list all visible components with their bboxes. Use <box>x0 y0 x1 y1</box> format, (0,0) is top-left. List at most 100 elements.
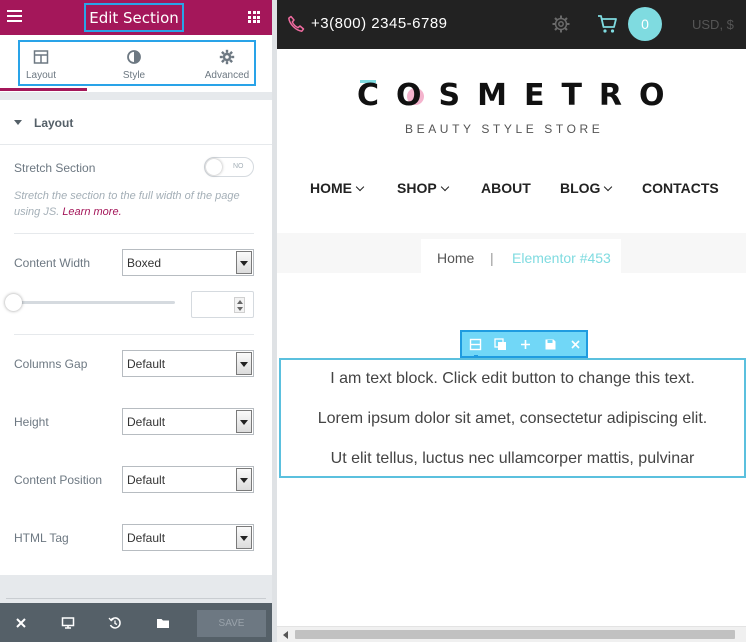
layout-icon <box>33 50 49 64</box>
content-width-select[interactable]: Boxed <box>122 249 254 276</box>
divider <box>14 233 254 234</box>
tab-layout[interactable]: Layout <box>6 40 76 86</box>
panel-footer: SAVE <box>0 603 272 642</box>
content-width-label: Content Width <box>14 256 91 270</box>
breadcrumb-current: Elementor #453 <box>512 250 611 266</box>
phone-number[interactable]: +3(800) 2345-6789 <box>311 15 448 32</box>
panel-header: Edit Section <box>0 0 272 35</box>
columns-gap-label: Columns Gap <box>14 357 88 371</box>
select-value: Boxed <box>127 256 162 270</box>
element-toolbar <box>460 330 588 358</box>
panel-title-box: Edit Section <box>84 3 184 32</box>
widgets-grid-icon[interactable] <box>248 11 260 23</box>
text-line: Ut elit tellus, luctus nec ullamcorper m… <box>330 450 695 467</box>
logo-text: COSMETRO <box>357 78 682 113</box>
stretch-section-label: Stretch Section <box>14 161 96 175</box>
width-slider-handle[interactable] <box>5 294 22 311</box>
dropdown-arrow-icon <box>236 410 252 433</box>
save-button[interactable]: SAVE <box>197 610 266 637</box>
phone-icon <box>288 15 305 32</box>
text-line: I am text block. Click edit button to ch… <box>330 370 695 387</box>
gear-icon <box>219 49 235 65</box>
content-position-select[interactable]: Default <box>122 466 254 493</box>
dropdown-arrow-icon <box>236 352 252 375</box>
logo-tagline: BEAUTY STYLE STORE <box>405 122 604 136</box>
nav-item-contacts[interactable]: CONTACTS <box>642 180 719 196</box>
tab-label: Style <box>122 70 146 81</box>
history-icon[interactable] <box>108 616 122 630</box>
active-tab-indicator <box>0 88 87 91</box>
select-value: Default <box>127 473 166 487</box>
site-topbar: +3(800) 2345-6789 0 USD, $ <box>277 0 746 49</box>
height-select[interactable]: Default <box>122 408 254 435</box>
horizontal-scrollbar[interactable] <box>277 626 746 642</box>
scroll-thumb[interactable] <box>295 630 735 639</box>
chevron-down-icon <box>440 182 449 192</box>
dropdown-arrow-icon <box>236 251 252 274</box>
panel-title: Edit Section <box>89 8 179 27</box>
columns-gap-select[interactable]: Default <box>122 350 254 377</box>
learn-more-link[interactable]: Learn more. <box>62 206 121 218</box>
editor-panel: Edit Section Layout Style Advanced Layou… <box>0 0 272 642</box>
layout-section: Layout Stretch Section NO Stretch the se… <box>0 100 272 575</box>
add-icon[interactable] <box>519 338 532 351</box>
width-slider-track[interactable] <box>14 301 175 304</box>
html-tag-select[interactable]: Default <box>122 524 254 551</box>
nav-label: CONTACTS <box>642 180 719 196</box>
editor-window: Edit Section Layout Style Advanced Layou… <box>0 0 746 642</box>
tab-style[interactable]: Style <box>99 40 169 86</box>
close-icon[interactable] <box>569 338 582 351</box>
main-nav: HOME SHOP ABOUT BLOG CONTACTS <box>277 180 746 204</box>
chevron-down-icon <box>604 182 613 192</box>
save-template-icon[interactable] <box>544 338 557 351</box>
width-number-input[interactable] <box>191 291 254 318</box>
desktop-icon[interactable] <box>61 616 75 630</box>
dropdown-arrow-icon <box>236 468 252 491</box>
caret-down-icon <box>14 120 22 125</box>
settings-icon[interactable] <box>551 14 571 34</box>
nav-label: ABOUT <box>481 180 531 196</box>
divider <box>14 334 254 335</box>
close-icon[interactable] <box>14 616 28 630</box>
panel-tabs: Layout Style Advanced <box>0 35 272 92</box>
stretch-hint-text: Stretch the section to the full width of… <box>14 190 240 218</box>
text-line: Lorem ipsum dolor sit amet, consectetur … <box>317 410 708 427</box>
scroll-left-arrow-icon[interactable] <box>283 631 288 639</box>
nav-label: BLOG <box>560 180 601 196</box>
duplicate-icon[interactable] <box>494 338 507 351</box>
spinner-icon[interactable] <box>234 297 245 313</box>
tab-label: Advanced <box>204 70 250 81</box>
nav-item-blog[interactable]: BLOG <box>560 180 613 196</box>
nav-label: SHOP <box>397 180 437 196</box>
toggle-knob <box>206 159 222 175</box>
toggle-state: NO <box>233 163 244 170</box>
chevron-down-icon <box>355 182 365 192</box>
breadcrumb-separator: | <box>490 250 494 266</box>
site-logo[interactable]: COSMETRO <box>357 78 665 118</box>
cart-count-badge[interactable]: 0 <box>628 7 662 41</box>
site-preview: +3(800) 2345-6789 0 USD, $ COSMETRO BEAU… <box>277 0 746 642</box>
text-block-widget[interactable]: I am text block. Click edit button to ch… <box>279 358 746 478</box>
nav-item-home[interactable]: HOME <box>310 180 365 196</box>
stretch-section-toggle[interactable]: NO <box>204 157 254 177</box>
nav-item-about[interactable]: ABOUT <box>481 180 531 196</box>
edit-handle-icon[interactable] <box>469 338 482 351</box>
nav-label: HOME <box>310 180 352 196</box>
layout-section-header[interactable]: Layout <box>0 100 272 145</box>
section-title: Layout <box>34 116 74 130</box>
stretch-hint: Stretch the section to the full width of… <box>14 188 259 220</box>
currency-selector[interactable]: USD, $ <box>692 17 734 32</box>
select-value: Default <box>127 531 166 545</box>
contrast-icon <box>127 50 141 64</box>
toolbar-pointer <box>474 355 478 357</box>
nav-item-shop[interactable]: SHOP <box>397 180 449 196</box>
select-value: Default <box>127 357 166 371</box>
cart-icon[interactable] <box>597 14 618 34</box>
folder-icon[interactable] <box>156 616 170 630</box>
height-label: Height <box>14 415 49 429</box>
dropdown-arrow-icon <box>236 526 252 549</box>
tab-advanced[interactable]: Advanced <box>192 40 262 86</box>
breadcrumb-home[interactable]: Home <box>437 250 474 266</box>
content-position-label: Content Position <box>14 473 103 487</box>
menu-icon[interactable] <box>7 10 22 24</box>
